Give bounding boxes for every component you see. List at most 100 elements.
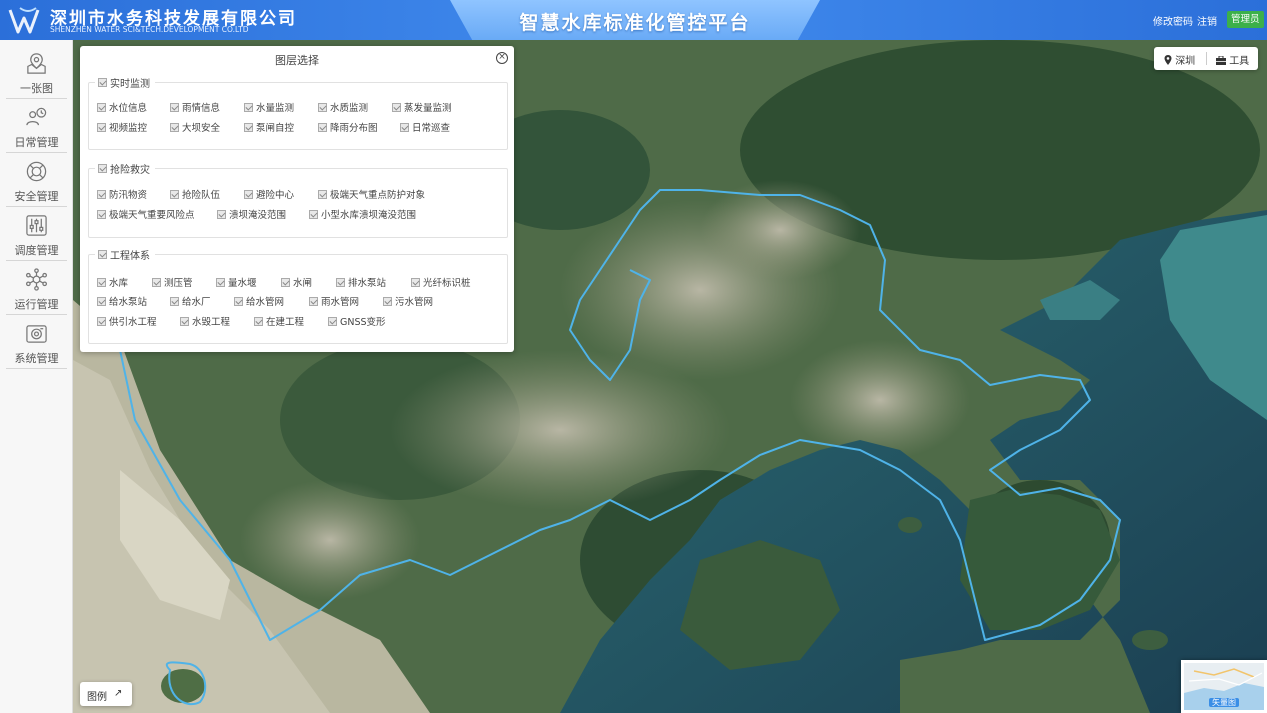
- checkbox-icon: [98, 78, 107, 87]
- layer-option[interactable]: 抢险队伍: [170, 187, 220, 201]
- layer-option-label: 水量监测: [256, 103, 295, 114]
- layer-option[interactable]: 小型水库溃坝淹没范围: [309, 207, 416, 221]
- user-role-badge[interactable]: 管理员: [1227, 11, 1264, 28]
- checkbox-icon: [170, 189, 179, 199]
- logout-link[interactable]: 注销: [1197, 13, 1217, 28]
- layer-option-label: 溃坝淹没范围: [229, 210, 287, 221]
- checkbox-icon: [97, 277, 106, 287]
- layer-option-label: 防汛物资: [109, 190, 148, 201]
- layer-option[interactable]: 给水泵站: [97, 294, 147, 308]
- basemap-switcher[interactable]: 矢量图: [1181, 660, 1267, 713]
- group-label: 抢险救灾: [110, 165, 150, 176]
- sidebar-item-dispatch-management[interactable]: 调度管理: [0, 207, 73, 261]
- layer-option-label: 雨水管网: [321, 297, 360, 308]
- layer-option-label: 水库: [109, 278, 129, 289]
- layer-option-label: GNSS变形: [340, 317, 386, 328]
- legend-button[interactable]: 图例 ↗: [80, 682, 132, 706]
- layer-option-label: 蒸发量监测: [404, 103, 452, 114]
- checkbox-icon: [97, 316, 106, 326]
- sidebar: 一张图 日常管理 安全管理 调度管理 运行管理 系统管理: [0, 40, 73, 713]
- layer-option[interactable]: 排水泵站: [336, 275, 386, 289]
- layer-option-label: 给水泵站: [109, 297, 148, 308]
- checkbox-icon: [244, 189, 253, 199]
- layer-option-label: 水位信息: [109, 103, 148, 114]
- layer-option-label: 雨情信息: [182, 103, 221, 114]
- layer-option[interactable]: GNSS变形: [328, 314, 386, 328]
- layer-option-label: 排水泵站: [348, 278, 387, 289]
- layer-option[interactable]: 给水厂: [170, 294, 211, 308]
- checkbox-icon: [170, 102, 179, 112]
- location-button[interactable]: 深圳: [1164, 52, 1195, 67]
- tools-label: 工具: [1229, 56, 1250, 67]
- map-toolbox: 深圳 工具: [1154, 47, 1258, 70]
- layer-option-label: 视频监控: [109, 123, 148, 134]
- layer-option-label: 光纤标识桩: [423, 278, 471, 289]
- layer-option[interactable]: 雨水管网: [309, 294, 359, 308]
- layer-option[interactable]: 水库: [97, 275, 128, 289]
- layer-option[interactable]: 泵闸自控: [244, 120, 294, 134]
- group-checkbox[interactable]: 实时监测: [95, 75, 155, 90]
- layer-option[interactable]: 水位信息: [97, 100, 147, 114]
- layer-option-label: 污水管网: [395, 297, 434, 308]
- layer-option[interactable]: 极端天气重点防护对象: [318, 187, 425, 201]
- toolbox-icon: [1216, 55, 1226, 65]
- layer-option[interactable]: 供引水工程: [97, 314, 157, 328]
- checkbox-icon: [98, 250, 107, 259]
- change-password-link[interactable]: 修改密码: [1153, 13, 1193, 28]
- checkbox-icon: [318, 122, 327, 132]
- sidebar-item-operation-management[interactable]: 运行管理: [0, 261, 73, 315]
- layer-option-label: 在建工程: [266, 317, 305, 328]
- layer-option[interactable]: 水量监测: [244, 100, 294, 114]
- layer-option[interactable]: 防汛物资: [97, 187, 147, 201]
- layer-option-label: 水闸: [293, 278, 313, 289]
- layer-option[interactable]: 视频监控: [97, 120, 147, 134]
- checkbox-icon: [97, 189, 106, 199]
- basemap-label-text: 矢量图: [1209, 698, 1239, 707]
- layer-option[interactable]: 给水管网: [234, 294, 284, 308]
- close-icon[interactable]: ×: [496, 52, 508, 64]
- sidebar-item-daily-management[interactable]: 日常管理: [0, 99, 73, 153]
- checkbox-icon: [383, 296, 392, 306]
- tools-button[interactable]: 工具: [1216, 52, 1249, 67]
- layer-option-label: 供引水工程: [109, 317, 157, 328]
- layer-option[interactable]: 大坝安全: [170, 120, 220, 134]
- group-checkbox[interactable]: 抢险救灾: [95, 161, 155, 176]
- layer-option[interactable]: 水毁工程: [180, 314, 230, 328]
- layer-option[interactable]: 降雨分布图: [318, 120, 378, 134]
- layer-option[interactable]: 水质监测: [318, 100, 368, 114]
- layer-option[interactable]: 光纤标识桩: [411, 275, 471, 289]
- sidebar-item-system-management[interactable]: 系统管理: [0, 315, 73, 369]
- sidebar-item-one-map[interactable]: 一张图: [0, 45, 73, 99]
- checkbox-icon: [328, 316, 337, 326]
- layer-option[interactable]: 量水堰: [216, 275, 257, 289]
- company-name-en: SHENZHEN WATER SCI&TECH.DEVELOPMENT CO.L…: [50, 25, 249, 34]
- layer-option-label: 抢险队伍: [182, 190, 221, 201]
- layer-option[interactable]: 测压管: [152, 275, 193, 289]
- checkbox-icon: [318, 102, 327, 112]
- layer-option[interactable]: 在建工程: [254, 314, 304, 328]
- network-icon: [26, 268, 47, 291]
- checkbox-icon: [234, 296, 243, 306]
- checkbox-icon: [216, 277, 225, 287]
- layer-option[interactable]: 污水管网: [383, 294, 433, 308]
- toolbox-divider: [1206, 52, 1207, 65]
- layer-option[interactable]: 日常巡查: [400, 120, 450, 134]
- sidebar-item-safety-management[interactable]: 安全管理: [0, 153, 73, 207]
- layer-option[interactable]: 溃坝淹没范围: [217, 207, 286, 221]
- checkbox-icon: [318, 189, 327, 199]
- layer-option[interactable]: 水闸: [281, 275, 312, 289]
- checkbox-icon: [254, 316, 263, 326]
- layer-option-label: 给水厂: [182, 297, 211, 308]
- page-title: 智慧水库标准化管控平台: [519, 12, 751, 34]
- layer-option[interactable]: 避险中心: [244, 187, 294, 201]
- group-checkbox[interactable]: 工程体系: [95, 247, 155, 262]
- layer-option[interactable]: 雨情信息: [170, 100, 220, 114]
- layer-option-label: 小型水库溃坝淹没范围: [321, 210, 417, 221]
- checkbox-icon: [400, 122, 409, 132]
- layer-option[interactable]: 极端天气重要风险点: [97, 207, 195, 221]
- checkbox-icon: [180, 316, 189, 326]
- daily-management-icon: [26, 107, 47, 126]
- layer-option[interactable]: 蒸发量监测: [392, 100, 452, 114]
- checkbox-icon: [244, 102, 253, 112]
- layer-option-label: 避险中心: [256, 190, 295, 201]
